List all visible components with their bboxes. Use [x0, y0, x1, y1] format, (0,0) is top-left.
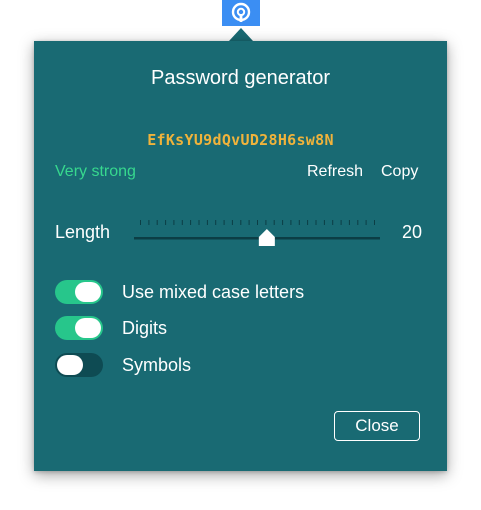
slider-tick: [307, 220, 309, 225]
length-slider[interactable]: [134, 217, 380, 247]
slider-tick: [348, 220, 350, 225]
slider-tick: [215, 220, 217, 225]
option-symbols[interactable]: Symbols: [55, 353, 191, 377]
slider-ticks: [140, 220, 375, 225]
length-label: Length: [55, 222, 111, 242]
option-label: Digits: [122, 317, 168, 338]
slider-thumb[interactable]: [258, 229, 275, 246]
option-digits[interactable]: Digits: [55, 316, 167, 340]
length-value: 20: [402, 222, 423, 242]
password-generator-icon: [231, 2, 251, 22]
strength-indicator: Very strong: [55, 163, 136, 180]
refresh-button[interactable]: Refresh: [307, 163, 363, 181]
slider-tick: [206, 220, 208, 225]
slider-tick: [357, 220, 359, 225]
toggle-knob: [75, 282, 101, 302]
slider-tick: [140, 220, 141, 225]
slider-tick: [240, 220, 242, 225]
slider-tick: [148, 220, 150, 225]
slider-tick: [365, 220, 367, 225]
popup-arrow: [229, 28, 253, 41]
toggle-knob: [57, 355, 83, 375]
slider-tick: [257, 220, 258, 225]
slider-tick: [231, 220, 233, 225]
slider-tick: [156, 220, 158, 225]
toggle-knob: [75, 318, 101, 338]
slider-tick: [273, 220, 275, 225]
slider-tick: [223, 220, 225, 225]
slider-tick: [290, 220, 292, 225]
slider-tick: [248, 220, 250, 225]
password-generator-icon-button[interactable]: [222, 0, 260, 26]
option-mixed-case[interactable]: Use mixed case letters: [55, 280, 304, 304]
slider-tick: [282, 220, 284, 225]
option-label: Use mixed case letters: [122, 281, 305, 302]
symbols-toggle[interactable]: [55, 353, 103, 377]
slider-tick: [332, 220, 334, 225]
slider-tick: [340, 220, 342, 225]
password-generator-popup: Password generator EfKsYU9dQvUD28H6sw8N …: [34, 41, 447, 471]
generated-password: EfKsYU9dQvUD28H6sw8N: [147, 131, 334, 149]
slider-tick: [323, 220, 325, 225]
close-button[interactable]: Close: [334, 411, 420, 441]
slider-tick: [374, 220, 375, 225]
slider-tick: [298, 220, 300, 225]
slider-tick: [190, 220, 192, 225]
slider-tick: [265, 220, 267, 225]
slider-tick: [315, 220, 317, 225]
digits-toggle[interactable]: [55, 316, 103, 340]
slider-tick: [181, 220, 183, 225]
option-label: Symbols: [122, 354, 192, 375]
copy-button[interactable]: Copy: [381, 163, 418, 181]
slider-tick: [165, 220, 167, 225]
slider-tick: [173, 220, 175, 225]
slider-track: [134, 237, 380, 240]
slider-tick: [198, 220, 200, 225]
popup-title: Password generator: [151, 67, 330, 89]
mixed-case-toggle[interactable]: [55, 280, 103, 304]
